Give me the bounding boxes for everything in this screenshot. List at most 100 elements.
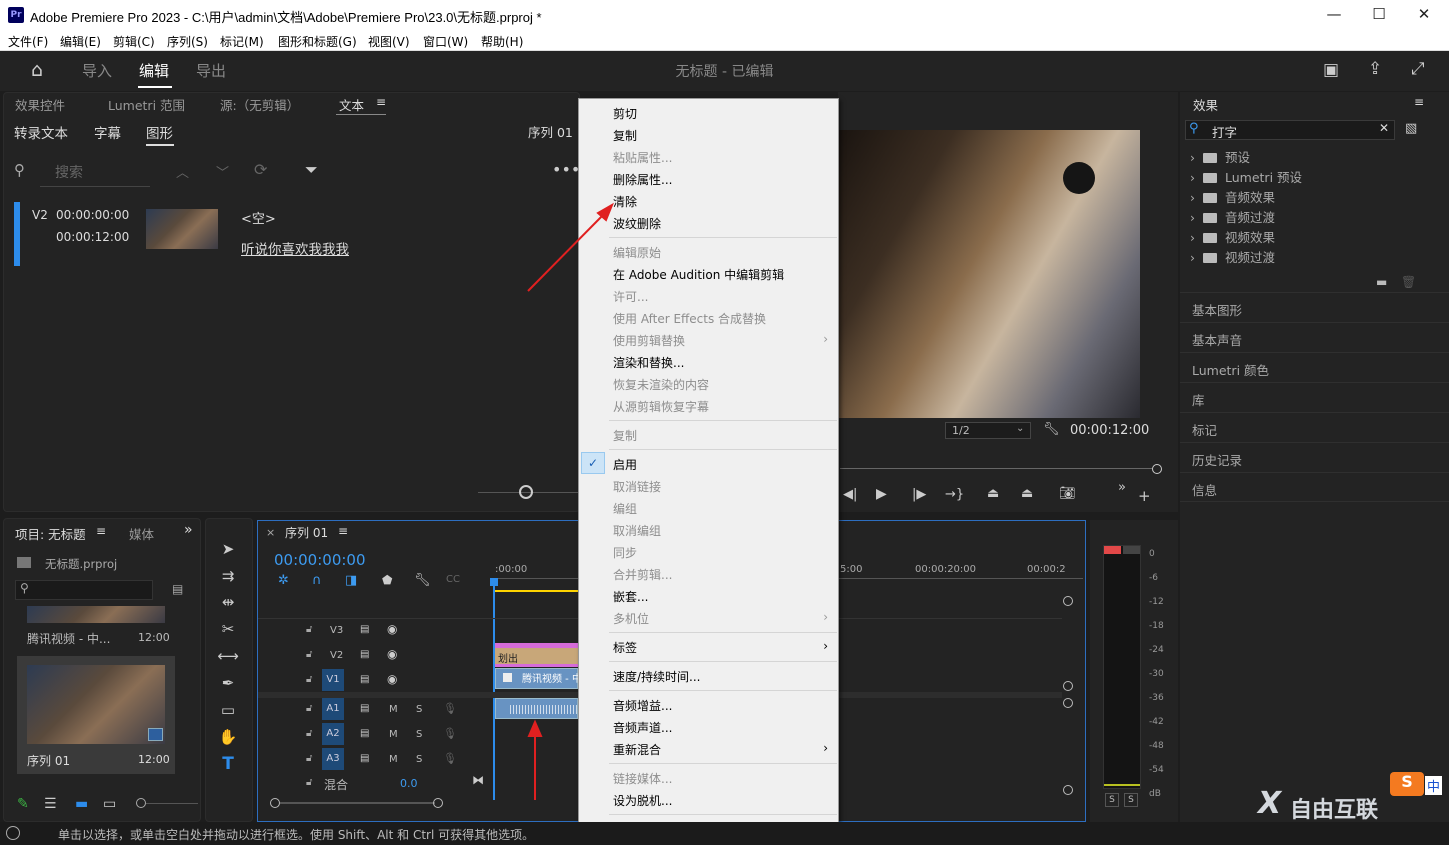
sequence-tab[interactable]: 序列 01 xyxy=(285,524,328,541)
section-essential-graphics[interactable]: 基本图形 xyxy=(1180,292,1449,322)
solo-a1[interactable]: S xyxy=(416,704,422,715)
source-patch-a2[interactable]: A2 xyxy=(322,723,344,745)
menu-window[interactable]: 窗口(W) xyxy=(423,33,468,50)
clear-search-icon[interactable]: ✕ xyxy=(1379,121,1389,135)
timeline-timecode[interactable]: 00:00:00:00 xyxy=(274,551,366,569)
eye-icon-v2[interactable]: ◉ xyxy=(387,647,397,661)
meter-solo-right[interactable]: S xyxy=(1124,793,1138,807)
sequence-menu-icon[interactable]: ≡ xyxy=(338,524,348,538)
context-menu-item[interactable]: 复制 xyxy=(613,127,637,144)
context-menu-item[interactable]: 取消编组 xyxy=(613,522,661,539)
lock-icon-a3[interactable]: 🔓︎ xyxy=(306,753,312,764)
share-icon[interactable]: ⇪ xyxy=(1368,59,1382,79)
context-menu-item[interactable]: 从源剪辑恢复字幕 xyxy=(613,398,709,415)
effects-folder-presets[interactable]: › 预设 xyxy=(1190,147,1250,166)
context-menu-item[interactable]: 合并剪辑... xyxy=(613,566,672,583)
captions-icon[interactable]: CC xyxy=(446,574,460,585)
mute-a2[interactable]: M xyxy=(389,729,398,740)
new-bin-folder-icon[interactable]: ▬ xyxy=(1376,275,1387,289)
menu-file[interactable]: 文件(F) xyxy=(8,33,48,50)
ripple-edit-tool-icon[interactable]: ⇹ xyxy=(217,593,239,611)
context-menu-item[interactable]: 设为脱机... xyxy=(613,792,672,809)
fullscreen-icon[interactable]: ⤢ xyxy=(1411,59,1425,79)
monitor-settings-icon[interactable]: 🔧︎ xyxy=(1043,422,1060,437)
more-options-icon[interactable]: ••• xyxy=(552,160,580,179)
mute-a1[interactable]: M xyxy=(389,704,398,715)
pencil-icon[interactable]: ✎ xyxy=(17,796,29,812)
hand-tool-icon[interactable]: ✋ xyxy=(217,728,239,746)
context-menu-item[interactable]: 多机位 xyxy=(613,610,649,627)
project-search-input[interactable] xyxy=(15,580,153,600)
type-tool-icon[interactable]: T xyxy=(217,754,239,774)
export-frame-icon[interactable]: 📷︎ xyxy=(1059,486,1076,501)
mix-transition-icon[interactable]: ⧓ xyxy=(472,773,484,787)
solo-a3[interactable]: S xyxy=(416,754,422,765)
add-marker-icon[interactable]: ⬟ xyxy=(382,573,392,587)
context-menu-item[interactable]: 使用 After Effects 合成替换 xyxy=(613,310,766,327)
freeform-view-icon[interactable]: ▭ xyxy=(103,796,116,812)
search-input[interactable]: 搜索 xyxy=(55,162,83,182)
icon-view-icon[interactable]: ▬ xyxy=(75,796,88,812)
tab-lumetri-scopes[interactable]: Lumetri 范围 xyxy=(108,95,185,114)
snap-nested-icon[interactable]: ✲ xyxy=(278,573,289,588)
rectangle-tool-icon[interactable]: ▭ xyxy=(217,701,239,719)
overflow-icon[interactable]: » xyxy=(184,522,193,538)
context-menu-item[interactable]: 同步 xyxy=(613,544,637,561)
context-menu-item[interactable]: 清除 xyxy=(613,193,637,210)
context-menu-item[interactable]: 复制 xyxy=(613,427,637,444)
tab-effect-controls[interactable]: 效果控件 xyxy=(15,95,65,114)
a-scroll-top-handle[interactable] xyxy=(1063,698,1073,708)
menu-clip[interactable]: 剪辑(C) xyxy=(113,33,155,50)
subtab-graphics[interactable]: 图形 xyxy=(146,122,173,142)
sync-lock-icon-a2[interactable]: ▤ xyxy=(360,728,369,739)
context-menu-item[interactable]: 恢复未渲染的内容 xyxy=(613,376,709,393)
sync-lock-icon-a1[interactable]: ▤ xyxy=(360,703,369,714)
effects-folder-video-effects[interactable]: › 视频效果 xyxy=(1190,227,1275,246)
clip-thumbnail-1[interactable] xyxy=(27,606,165,623)
program-video-frame[interactable] xyxy=(838,130,1140,418)
tab-text[interactable]: 文本 xyxy=(339,95,364,114)
eye-icon-v3[interactable]: ◉ xyxy=(387,622,397,636)
monitor-scrub-handle[interactable] xyxy=(1152,464,1162,474)
go-to-out-icon[interactable]: →} xyxy=(945,487,964,502)
context-menu-item[interactable]: 编组 xyxy=(613,500,637,517)
effects-folder-audio-effects[interactable]: › 音频效果 xyxy=(1190,187,1275,206)
mic-icon-a3[interactable]: 🎙︎ xyxy=(443,752,457,765)
slip-tool-icon[interactable]: ⟷ xyxy=(217,647,239,665)
lock-icon-v3[interactable]: 🔓︎ xyxy=(306,624,312,635)
chevron-down-icon[interactable]: ﹀ xyxy=(216,162,229,181)
section-libraries[interactable]: 库 xyxy=(1180,382,1449,412)
panel-menu-icon[interactable]: ≡ xyxy=(376,95,386,109)
graphic-clip[interactable]: 划出 xyxy=(495,648,578,665)
menu-help[interactable]: 帮助(H) xyxy=(481,33,523,50)
mix-value[interactable]: 0.0 xyxy=(400,777,418,790)
lock-icon-mix[interactable]: 🔓︎ xyxy=(306,777,312,788)
lock-icon-a2[interactable]: 🔓︎ xyxy=(306,728,312,739)
effects-folder-audio-transitions[interactable]: › 音频过渡 xyxy=(1190,207,1275,226)
playhead[interactable] xyxy=(493,578,495,800)
step-back-icon[interactable]: ◀| xyxy=(843,487,857,502)
close-sequence-icon[interactable]: × xyxy=(266,526,275,539)
h-scroll-bar[interactable] xyxy=(280,802,435,804)
context-menu-item[interactable]: 取消链接 xyxy=(613,478,661,495)
context-menu-item[interactable]: 嵌套... xyxy=(613,588,648,605)
mic-icon-a2[interactable]: 🎙︎ xyxy=(443,727,457,740)
h-scroll-left-handle[interactable] xyxy=(270,798,280,808)
mute-a3[interactable]: M xyxy=(389,754,398,765)
add-button-icon[interactable]: + xyxy=(1138,487,1151,505)
section-info[interactable]: 信息 xyxy=(1180,472,1449,502)
effects-folder-video-transitions[interactable]: › 视频过渡 xyxy=(1190,247,1275,266)
context-menu-item[interactable]: 粘贴属性... xyxy=(613,149,672,166)
selection-tool-icon[interactable]: ➤ xyxy=(217,540,239,558)
close-icon[interactable]: ✕ xyxy=(1414,5,1434,23)
context-menu-item[interactable]: 链接媒体... xyxy=(613,770,672,787)
subtab-transcript[interactable]: 转录文本 xyxy=(14,122,68,142)
menu-markers[interactable]: 标记(M) xyxy=(220,33,264,50)
mic-icon-a1[interactable]: 🎙︎ xyxy=(443,702,457,715)
pen-tool-icon[interactable]: ✒ xyxy=(217,674,239,692)
lock-icon-v1[interactable]: 🔓︎ xyxy=(306,674,312,685)
monitor-scrub-bar[interactable] xyxy=(840,468,1152,469)
tab-source[interactable]: 源:（无剪辑） xyxy=(220,95,299,114)
list-view-icon[interactable]: ☰ xyxy=(44,796,57,812)
zoom-slider-handle[interactable] xyxy=(519,485,533,499)
